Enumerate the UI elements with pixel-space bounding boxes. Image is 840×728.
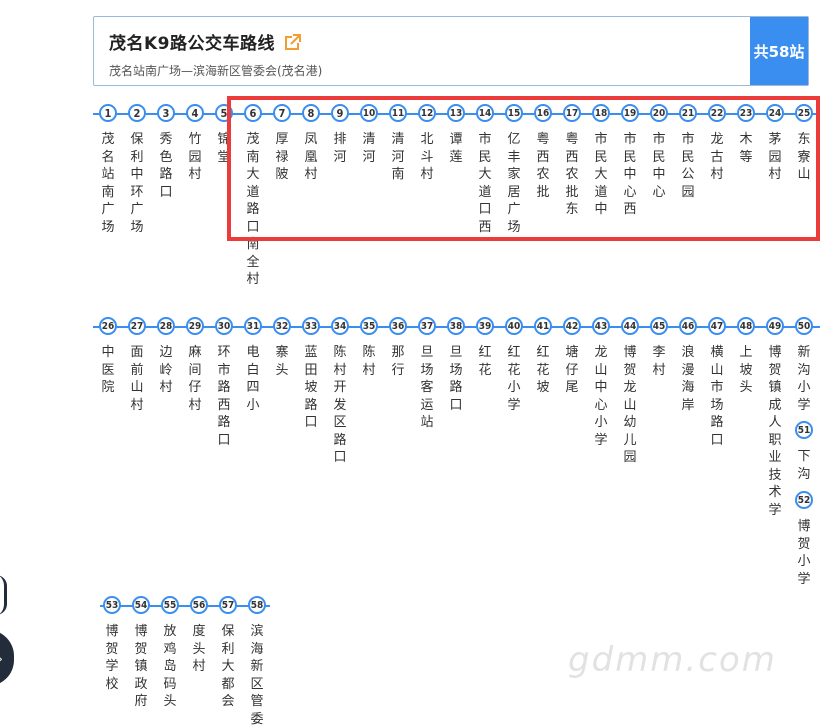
stop-name: 旦场路口 [449,345,463,413]
route-header: 茂名K9路公交车路线 茂名站南广场—滨海新区管委会(茂名港) 共58站 [93,16,809,86]
stop-number: 53 [103,596,121,614]
stop-number: 34 [331,317,349,335]
stop-name: 红花小学 [507,345,521,413]
stop-name: 红花坡 [536,345,550,395]
stop-number: 32 [273,317,291,335]
stop-name: 保利中环广场 [130,132,144,235]
stop-name: 边岭村 [159,345,173,395]
watermark: gdmm.com [568,640,777,680]
stop-count-badge: 共58站 [750,17,808,85]
stop-name: 放鸡岛码头 [163,624,177,709]
stop-number: 49 [766,317,784,335]
stop-number: 58 [248,596,266,614]
chevron-right-icon: › [0,652,3,666]
stop-name: 上坡头 [739,345,753,395]
route-endpoints: 茂名站南广场—滨海新区管委会(茂名港) [109,64,323,78]
stop-number: 48 [737,317,755,335]
stop-number: 47 [708,317,726,335]
stop-number: 4 [186,104,204,122]
stop-number: 3 [157,104,175,122]
stop-number: 38 [447,317,465,335]
stop-name: 新沟小学 [797,345,811,413]
stop-number: 30 [215,317,233,335]
stop-name: 陈村开发区路口 [333,345,347,465]
stop-name: 环市路西路口 [217,345,231,448]
external-link-icon[interactable] [285,33,302,50]
page-title: 茂名K9路公交车路线 [109,34,276,54]
stop-name: 博贺小学 [797,519,811,587]
stop-name: 塘仔尾 [565,345,579,395]
stop-name: 茂名站南广场 [101,132,115,235]
stop-number: 35 [360,317,378,335]
stop-number: 28 [157,317,175,335]
stop-number: 39 [476,317,494,335]
stop-name: 博贺镇成人职业技术学 [768,345,782,518]
stop-number: 40 [505,317,523,335]
stop-name: 博贺龙山幼儿园 [623,345,637,465]
stop-name: 龙山中心小学 [594,345,608,448]
stop-number: 44 [621,317,639,335]
stop-name: 保利大都会 [221,624,235,709]
stop-name: 电白四小 [246,345,260,413]
side-decoration [0,575,7,615]
stop-name: 中医院 [101,345,115,395]
stop-name: 博贺镇政府 [134,624,148,709]
stop-name: 那行 [391,345,405,378]
stop-number: 41 [534,317,552,335]
stop-number: 42 [563,317,581,335]
stop-name: 李村 [652,345,666,378]
stop-number: 55 [161,596,179,614]
stop-name: 浪漫海岸 [681,345,695,413]
stop-number: 52 [795,491,813,509]
stop-name: 红花 [478,345,492,378]
highlight-box [227,96,820,241]
stop-number: 33 [302,317,320,335]
stop-number: 45 [650,317,668,335]
stop-number: 2 [128,104,146,122]
stop-name: 寨头 [275,345,289,378]
stop-number: 29 [186,317,204,335]
stop-name: 竹园村 [188,132,202,182]
route-line-row3 [100,605,270,607]
stop-number: 56 [190,596,208,614]
stop-name: 蓝田坡路口 [304,345,318,430]
stop-name: 横山市场路口 [710,345,724,448]
stop-name: 博贺学校 [105,624,119,692]
stop-name: 度头村 [192,624,206,674]
stop-name: 麻间仔村 [188,345,202,413]
stop-number: 50 [795,317,813,335]
stop-number: 54 [132,596,150,614]
stop-number: 27 [128,317,146,335]
stop-number: 57 [219,596,237,614]
stop-number: 37 [418,317,436,335]
stop-name: 下沟 [797,449,811,482]
stop-name: 陈村 [362,345,376,378]
stop-number: 26 [99,317,117,335]
stop-name: 滨海新区管委 [250,624,264,727]
stop-number: 43 [592,317,610,335]
stop-number: 31 [244,317,262,335]
stop-number: 51 [795,421,813,439]
stop-number: 46 [679,317,697,335]
stop-number: 36 [389,317,407,335]
stop-number: 1 [99,104,117,122]
stop-name: 旦场客运站 [420,345,434,430]
stop-name: 面前山村 [130,345,144,413]
stop-name: 秀色路口 [159,132,173,200]
